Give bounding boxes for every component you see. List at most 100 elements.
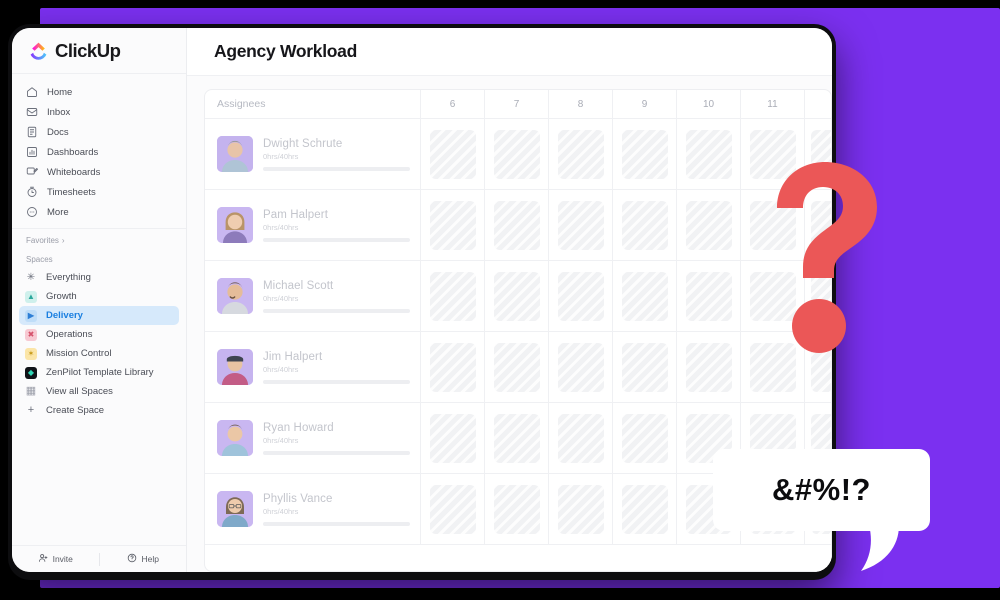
workload-cell[interactable]: [485, 190, 549, 260]
sidebar-item-growth[interactable]: ▲ Growth: [19, 287, 179, 306]
workload-cell[interactable]: [485, 403, 549, 473]
workload-cell[interactable]: [613, 403, 677, 473]
assignee-meta: Pam Halpert 0hrs/40hrs: [263, 209, 420, 242]
assignee-hours: 0hrs/40hrs: [263, 506, 299, 516]
space-label: Growth: [46, 291, 77, 302]
assignee-cell[interactable]: Michael Scott 0hrs/40hrs: [205, 261, 421, 331]
sidebar-item-operations[interactable]: ✖ Operations: [19, 325, 179, 344]
sidebar-item-timesheets[interactable]: Timesheets: [20, 182, 178, 202]
workload-cell[interactable]: [677, 261, 741, 331]
workload-cell[interactable]: [549, 332, 613, 402]
placeholder-block: [429, 484, 476, 534]
workload-cell[interactable]: [549, 261, 613, 331]
workload-cell[interactable]: [421, 119, 485, 189]
column-header-assignees[interactable]: Assignees: [205, 90, 421, 118]
workload-cell[interactable]: [549, 474, 613, 544]
brand-name: ClickUp: [55, 39, 121, 61]
workload-cell[interactable]: [677, 332, 741, 402]
placeholder-block: [493, 413, 540, 463]
workload-cell[interactable]: [741, 332, 805, 402]
assignee-cell[interactable]: Dwight Schrute 0hrs/40hrs: [205, 119, 421, 189]
placeholder-block: [685, 271, 732, 321]
sidebar-item-label: More: [47, 206, 69, 218]
workload-cell[interactable]: [741, 190, 805, 260]
workload-cell[interactable]: [421, 332, 485, 402]
sidebar-item-delivery[interactable]: ▶ Delivery: [19, 306, 179, 325]
workload-cell[interactable]: [421, 474, 485, 544]
placeholder-block: [557, 484, 604, 534]
growth-space-icon: ▲: [25, 290, 37, 303]
sidebar-item-more[interactable]: More: [20, 202, 178, 222]
placeholder-block: [493, 342, 540, 392]
placeholder-block: [557, 342, 604, 392]
sidebar-item-docs[interactable]: Docs: [20, 122, 178, 142]
workload-cell[interactable]: [485, 119, 549, 189]
workload-cell[interactable]: [549, 403, 613, 473]
table-row[interactable]: Jim Halpert 0hrs/40hrs: [205, 332, 831, 403]
workload-cell[interactable]: [613, 332, 677, 402]
column-header-day-7[interactable]: 7: [485, 90, 549, 118]
placeholder-block: [621, 484, 668, 534]
column-header-day-8[interactable]: 8: [549, 90, 613, 118]
assignee-cell[interactable]: Jim Halpert 0hrs/40hrs: [205, 332, 421, 402]
workload-cell[interactable]: [805, 190, 831, 260]
workload-cell[interactable]: [421, 403, 485, 473]
clickup-app-window: ClickUp Home Inbox Docs Dashboards White…: [12, 28, 832, 572]
placeholder-block: [557, 413, 604, 463]
placeholder-block: [493, 484, 540, 534]
capacity-bar: [263, 237, 410, 242]
sidebar-item-view-all-spaces[interactable]: ▦ View all Spaces: [19, 382, 179, 401]
invite-button[interactable]: Invite: [12, 546, 99, 572]
workload-cell[interactable]: [613, 261, 677, 331]
favorites-section-header[interactable]: Favorites ›: [12, 229, 186, 248]
speech-bubble-text: &#%!?: [772, 472, 871, 507]
assignee-cell[interactable]: Phyllis Vance 0hrs/40hrs: [205, 474, 421, 544]
workload-cell[interactable]: [741, 261, 805, 331]
assignee-meta: Michael Scott 0hrs/40hrs: [263, 280, 420, 313]
table-row[interactable]: Pam Halpert 0hrs/40hrs: [205, 190, 831, 261]
sidebar-item-zenpilot-template-library[interactable]: ◆ ZenPilot Template Library: [19, 363, 179, 382]
favorites-label: Favorites: [26, 236, 59, 245]
workload-cell[interactable]: [549, 190, 613, 260]
workload-cell[interactable]: [805, 261, 831, 331]
workload-cell[interactable]: [613, 190, 677, 260]
placeholder-block: [749, 200, 796, 250]
table-row[interactable]: Dwight Schrute 0hrs/40hrs: [205, 119, 831, 190]
brand-header[interactable]: ClickUp: [12, 28, 186, 74]
workload-cell[interactable]: [805, 119, 831, 189]
workload-cell[interactable]: [549, 119, 613, 189]
capacity-bar: [263, 450, 410, 455]
workload-cell[interactable]: [485, 332, 549, 402]
table-row[interactable]: Michael Scott 0hrs/40hrs: [205, 261, 831, 332]
workload-cell[interactable]: [613, 119, 677, 189]
assignee-cell[interactable]: Pam Halpert 0hrs/40hrs: [205, 190, 421, 260]
workload-cell[interactable]: [613, 474, 677, 544]
placeholder-block: [810, 200, 831, 250]
workload-cell[interactable]: [485, 261, 549, 331]
assignee-cell[interactable]: Ryan Howard 0hrs/40hrs: [205, 403, 421, 473]
column-header-day-10[interactable]: 10: [677, 90, 741, 118]
sidebar-item-inbox[interactable]: Inbox: [20, 102, 178, 122]
sidebar-item-dashboards[interactable]: Dashboards: [20, 142, 178, 162]
assignee-name: Jim Halpert: [263, 350, 323, 363]
workload-cell[interactable]: [421, 190, 485, 260]
column-header-day-11[interactable]: 11: [741, 90, 805, 118]
workload-cell[interactable]: [805, 332, 831, 402]
workload-cell[interactable]: [741, 119, 805, 189]
app-body: ClickUp Home Inbox Docs Dashboards White…: [12, 28, 832, 572]
workload-cell[interactable]: [421, 261, 485, 331]
sidebar-item-everything[interactable]: ✳ Everything: [19, 268, 179, 287]
workload-cell[interactable]: [677, 190, 741, 260]
sidebar-item-create-space[interactable]: + Create Space: [19, 401, 179, 420]
assignee-meta: Jim Halpert 0hrs/40hrs: [263, 351, 420, 384]
sidebar-item-whiteboards[interactable]: Whiteboards: [20, 162, 178, 182]
workload-cell[interactable]: [677, 119, 741, 189]
column-header-day-6[interactable]: 6: [421, 90, 485, 118]
sidebar-item-mission-control[interactable]: ✶ Mission Control: [19, 344, 179, 363]
column-header-day-9[interactable]: 9: [613, 90, 677, 118]
sidebar-item-home[interactable]: Home: [20, 82, 178, 102]
help-button[interactable]: Help: [100, 546, 187, 572]
column-header-day-partial[interactable]: [805, 90, 831, 118]
workload-cell[interactable]: [485, 474, 549, 544]
